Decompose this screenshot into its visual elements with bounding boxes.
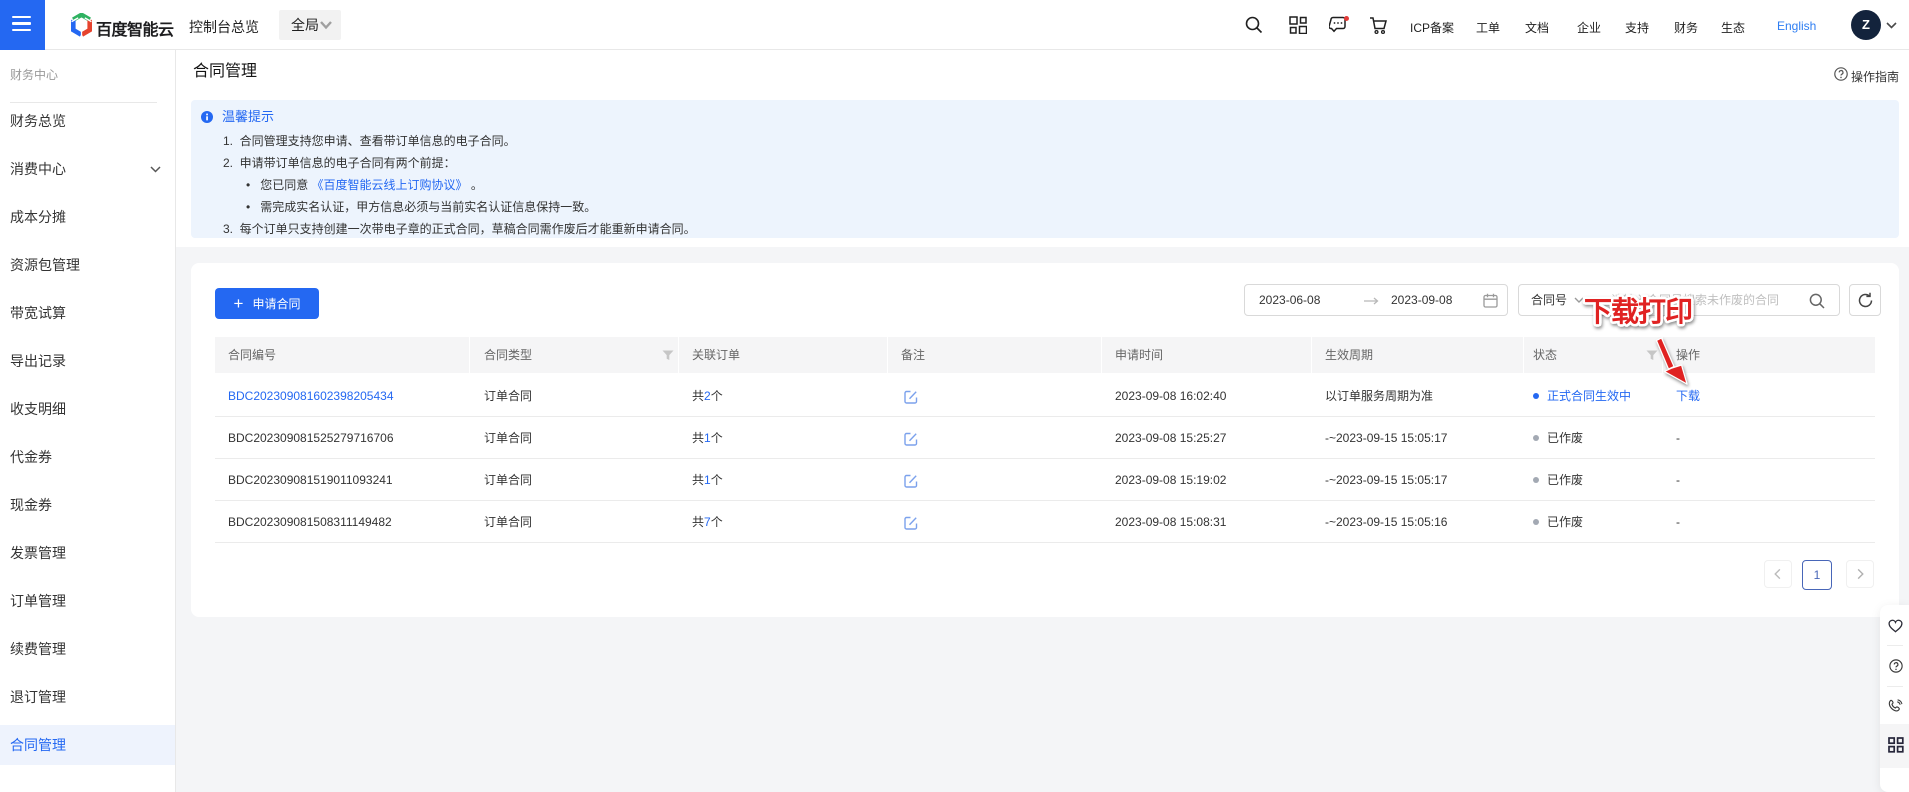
svg-text:下载打印: 下载打印	[1584, 296, 1692, 327]
